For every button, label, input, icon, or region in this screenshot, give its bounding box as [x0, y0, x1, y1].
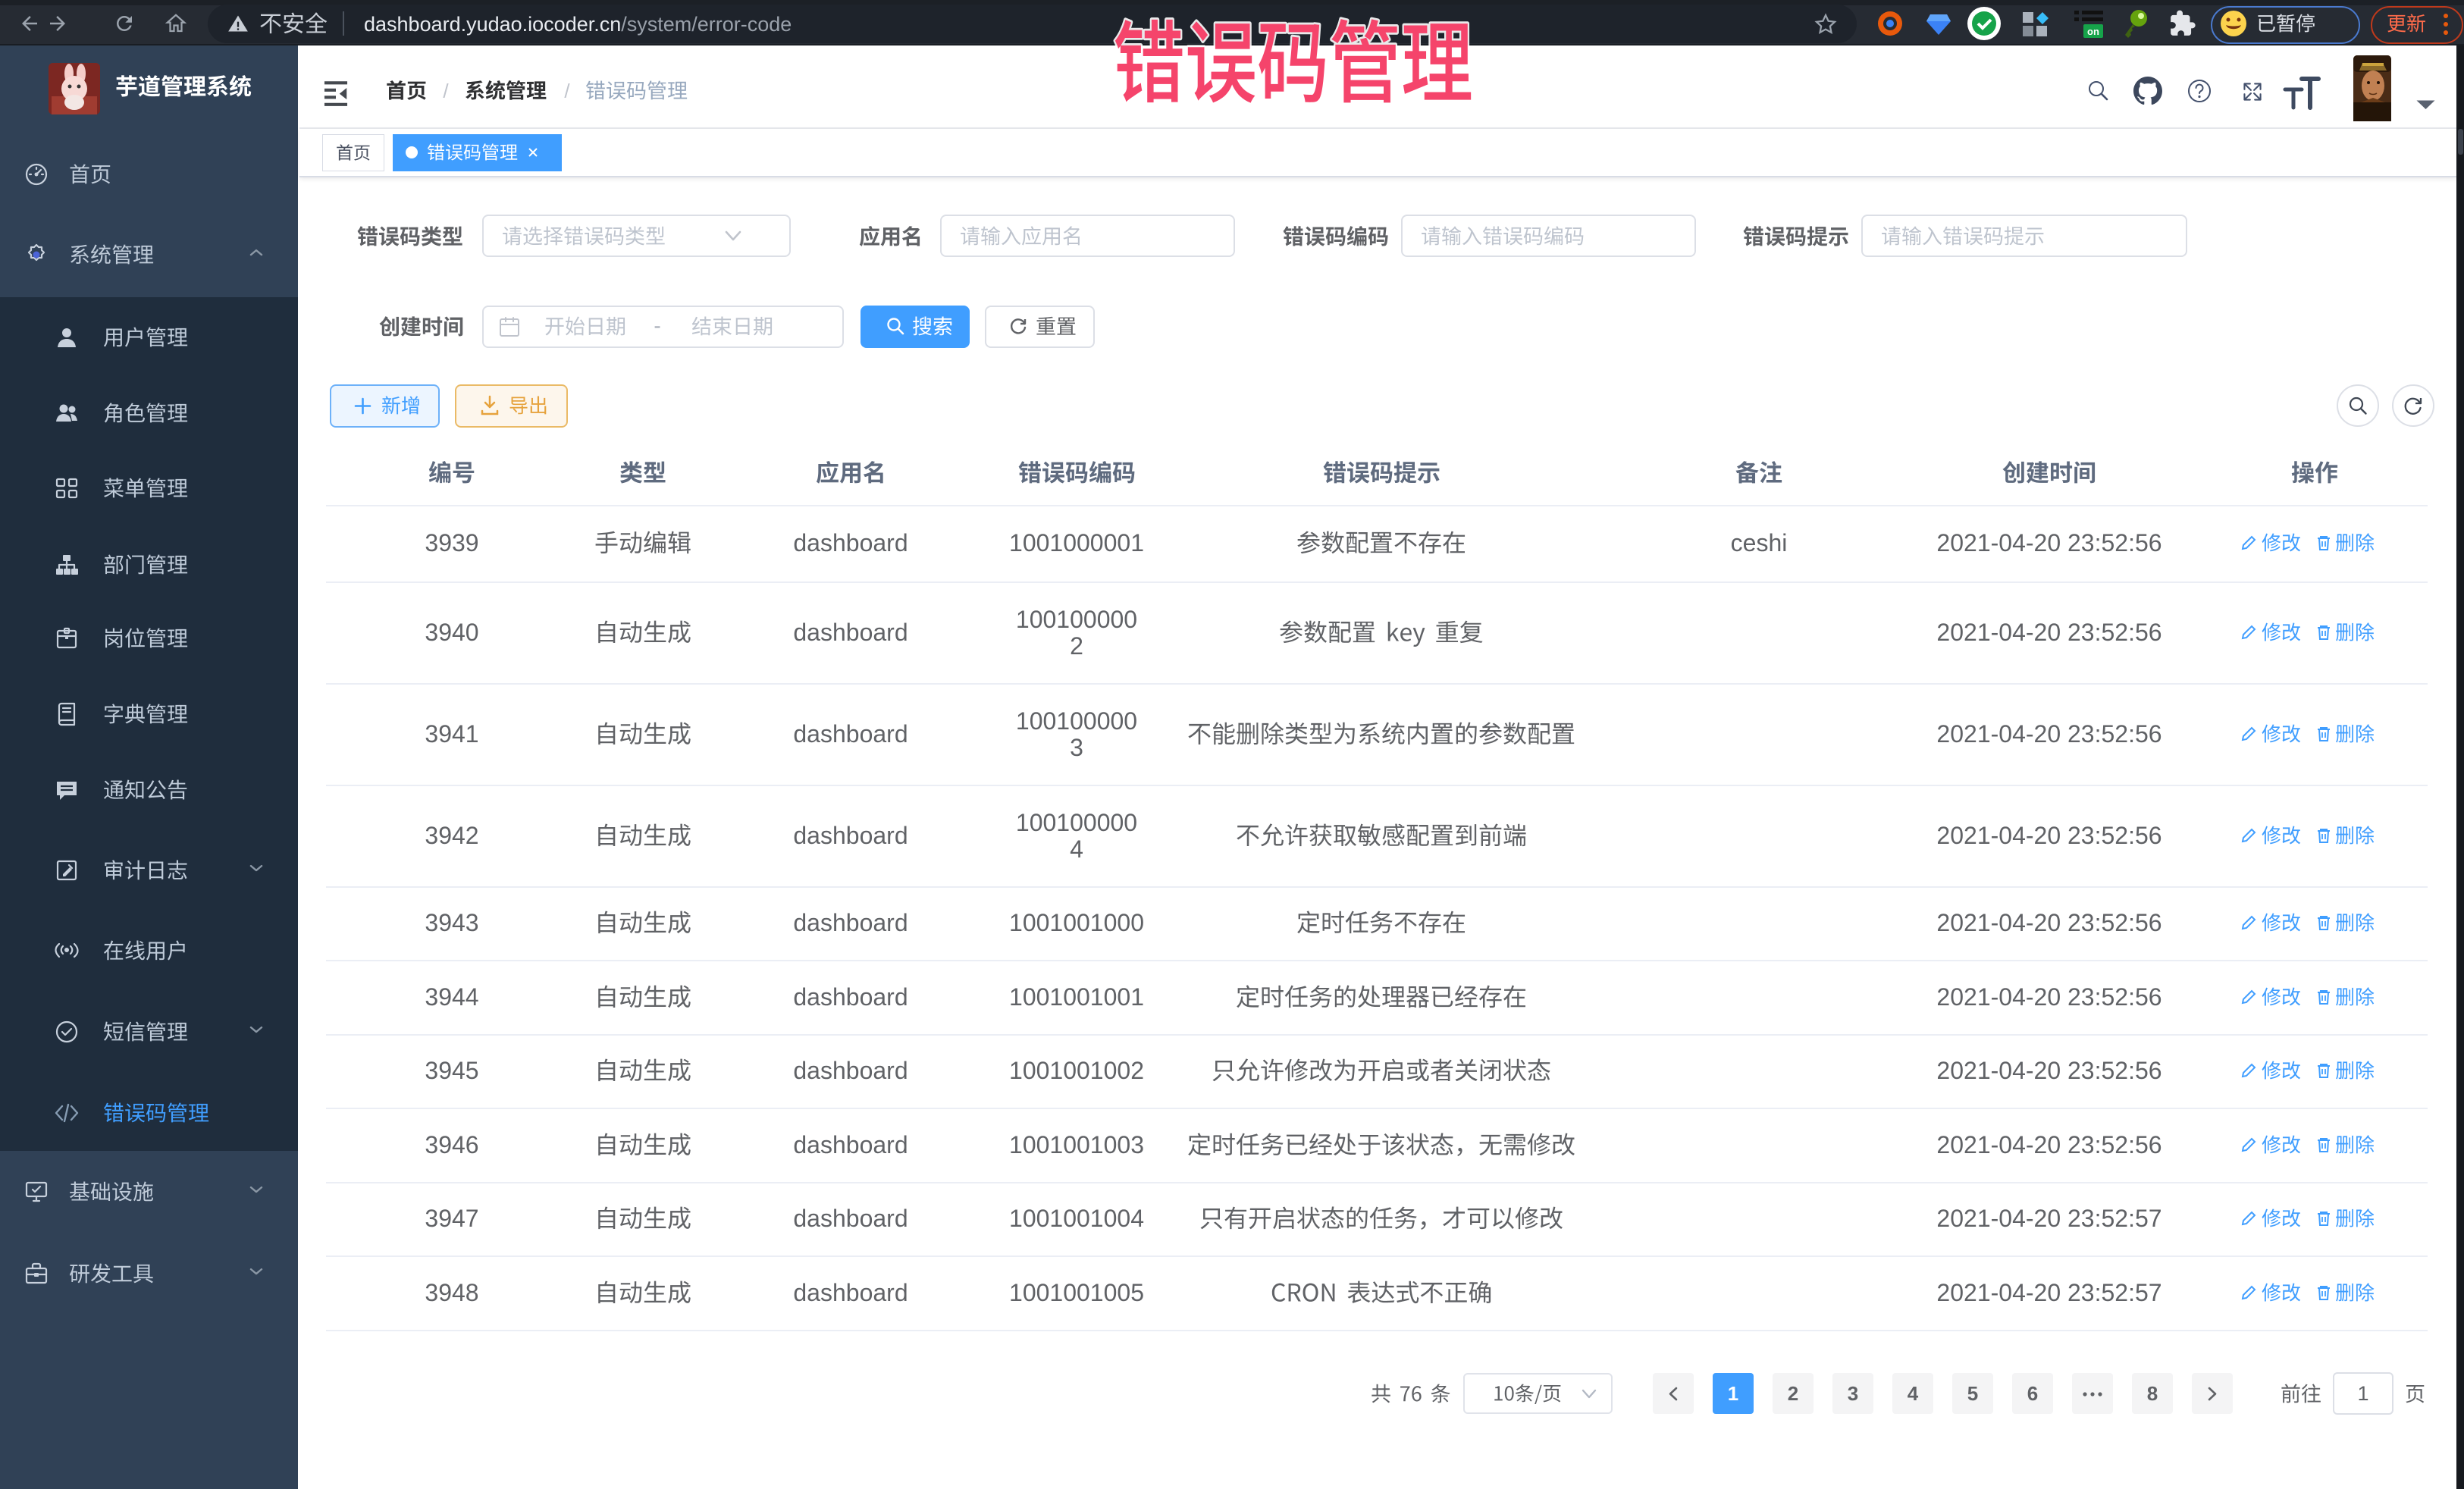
svg-text:on: on	[2087, 26, 2099, 37]
